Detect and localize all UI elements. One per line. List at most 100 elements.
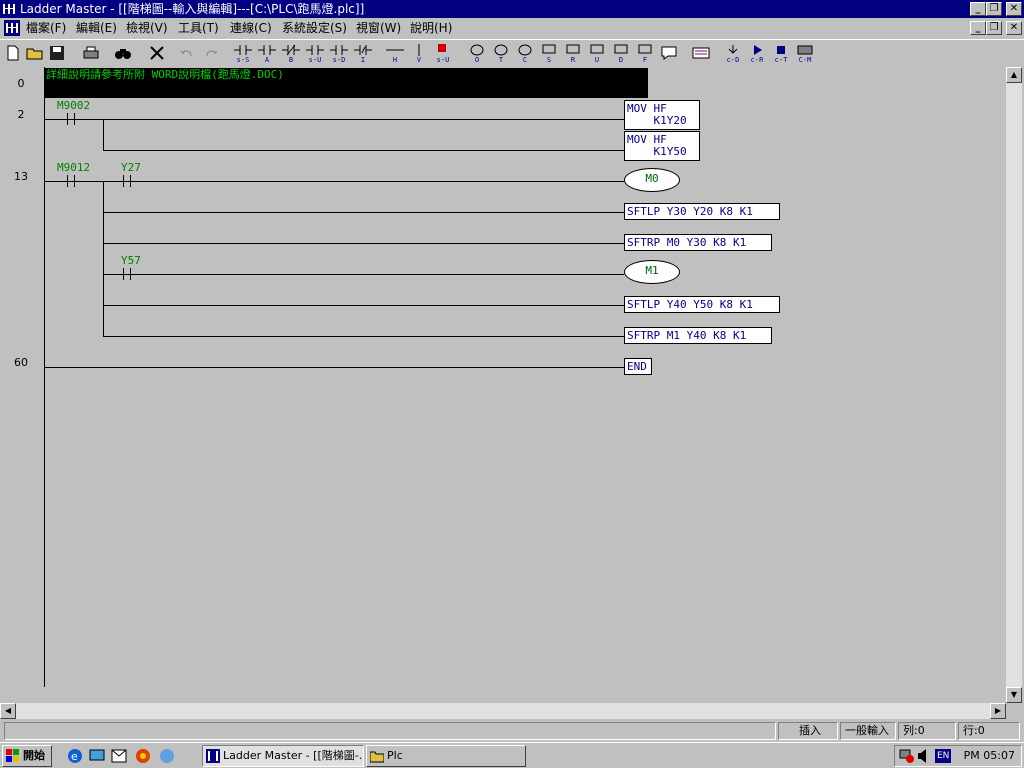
timer-coil-icon [494,44,508,56]
menu-edit[interactable]: 編輯(E) [74,20,119,36]
instruction-end[interactable]: END [624,358,652,375]
scroll-up-button[interactable]: ▲ [1006,67,1022,83]
undo-button[interactable] [176,42,198,64]
conn-monitor-button[interactable]: C-M [794,42,816,64]
coil-o-button[interactable]: O [466,42,488,64]
coil-c-button[interactable]: C [514,42,536,64]
task-ladder-master[interactable]: Ladder Master - [[階梯圖-... [202,745,364,767]
mdi-minimize-button[interactable]: _ [970,21,986,35]
rung-wire [44,367,624,368]
find-button[interactable] [112,42,134,64]
network-icon[interactable] [899,748,915,764]
folder-icon [370,751,384,763]
delete-button[interactable] [146,42,168,64]
comment-button[interactable] [658,42,680,64]
menu-window[interactable]: 視窗(W) [354,20,403,36]
hline-button[interactable]: H [384,42,406,64]
row-number: 60 [14,356,28,369]
delete-line-button[interactable]: s-U [432,42,454,64]
scroll-right-button[interactable]: ▶ [990,703,1006,719]
restore-button[interactable]: ❐ [986,2,1002,16]
instruction-sftrp-2[interactable]: SFTRP M1 Y40 K8 K1 [624,327,772,344]
coil-t-button[interactable]: T [490,42,512,64]
contact-s-u-button[interactable]: s-U [304,42,326,64]
coil-f-button[interactable]: F [634,42,656,64]
undo-icon [180,50,192,57]
language-indicator[interactable]: EN [935,749,952,763]
instruction-sftrp-1[interactable]: SFTRP M0 Y30 K8 K1 [624,234,772,251]
save-button[interactable] [46,42,68,64]
contact-a-button[interactable]: A [256,42,278,64]
coil-d-button[interactable]: D [610,42,632,64]
ie-icon[interactable]: e [66,747,84,765]
conn-download-button[interactable]: c-D [722,42,744,64]
conn-stop-button[interactable]: c-T [770,42,792,64]
up-block-icon [590,44,604,54]
contact-s-d-button[interactable]: s-D [328,42,350,64]
coil-r-button[interactable]: R [562,42,584,64]
menu-help[interactable]: 說明(H) [408,20,454,36]
tool-label: T [498,56,504,64]
vertical-line-icon [418,44,420,56]
scroll-left-button[interactable]: ◀ [0,703,16,719]
ladder-canvas[interactable]: 0 2 13 60 詳細說明請參考所附 WORD說明檔(跑馬燈.DOC) M90… [0,67,1006,703]
monitor-button[interactable] [690,42,712,64]
instruction-sftlp-2[interactable]: SFTLP Y40 Y50 K8 K1 [624,296,780,313]
conn-run-button[interactable]: c-R [746,42,768,64]
menu-tools[interactable]: 工具(T) [176,20,221,36]
tool-label: s-S [236,56,250,64]
document-icon[interactable] [4,20,20,36]
redo-icon [206,50,218,57]
row-number: 0 [17,77,25,90]
menu-settings[interactable]: 系統設定(S) [280,20,349,36]
left-power-rail [44,67,45,687]
vertical-scrollbar[interactable]: ▲ ▼ [1006,67,1022,703]
desktop-icon[interactable] [88,747,106,765]
start-button[interactable]: 開始 [2,745,52,767]
tool-label: s-D [332,56,346,64]
windows-logo-icon [6,749,19,762]
coil-s-button[interactable]: S [538,42,560,64]
ladder-editor[interactable]: 0 2 13 60 詳細說明請參考所附 WORD說明檔(跑馬燈.DOC) M90… [0,67,1024,719]
coil-m0[interactable]: M0 [624,168,680,192]
volume-icon[interactable] [917,748,931,764]
tool-label: c-T [774,56,788,64]
horizontal-scrollbar[interactable]: ◀ ▶ [0,703,1006,719]
menu-connect[interactable]: 連線(C) [228,20,274,36]
instruction-sftlp-1[interactable]: SFTLP Y30 Y20 K8 K1 [624,203,780,220]
mdi-restore-button[interactable]: ❐ [986,21,1002,35]
messenger-icon[interactable] [158,747,176,765]
status-bar: 插入 一般輸入 列:0 行:0 [0,720,1024,742]
close-button[interactable]: ✕ [1006,2,1022,16]
instruction-mov-2[interactable]: MOV HF K1Y50 [624,131,700,161]
redo-button[interactable] [200,42,222,64]
menu-file[interactable]: 檔案(F) [24,20,68,36]
coil-u-button[interactable]: U [586,42,608,64]
mdi-close-button[interactable]: ✕ [1006,21,1022,35]
outlook-icon[interactable] [110,747,128,765]
taskbar: 開始 e Ladder Master - [[階梯圖-... Plc EN PM… [0,742,1024,768]
tool-label: s-U [308,56,322,64]
vline-button[interactable]: V [408,42,430,64]
menu-view[interactable]: 檢視(V) [124,20,170,36]
open-file-button[interactable] [24,42,46,64]
media-player-icon[interactable] [134,747,152,765]
minimize-button[interactable]: _ [970,2,986,16]
coil-m1[interactable]: M1 [624,260,680,284]
rung-wire [103,305,624,306]
contact-icon [234,45,252,55]
clock[interactable]: PM 05:07 [964,746,1015,766]
rung-wire [44,181,624,182]
rung-comment[interactable]: 詳細說明請參考所附 WORD說明檔(跑馬燈.DOC) [44,68,648,98]
contact-b-button[interactable]: B [280,42,302,64]
instruction-mov-1[interactable]: MOV HF K1Y20 [624,100,700,130]
scroll-down-button[interactable]: ▼ [1006,687,1022,703]
print-button[interactable] [80,42,102,64]
floppy-disk-icon [50,46,64,60]
contact-s-s-button[interactable]: s-S [232,42,254,64]
contact-i-button[interactable]: I [352,42,374,64]
rung-wire [103,150,624,151]
task-plc-folder[interactable]: Plc [366,745,526,767]
new-file-button[interactable] [2,42,24,64]
svg-text:e: e [71,750,78,763]
